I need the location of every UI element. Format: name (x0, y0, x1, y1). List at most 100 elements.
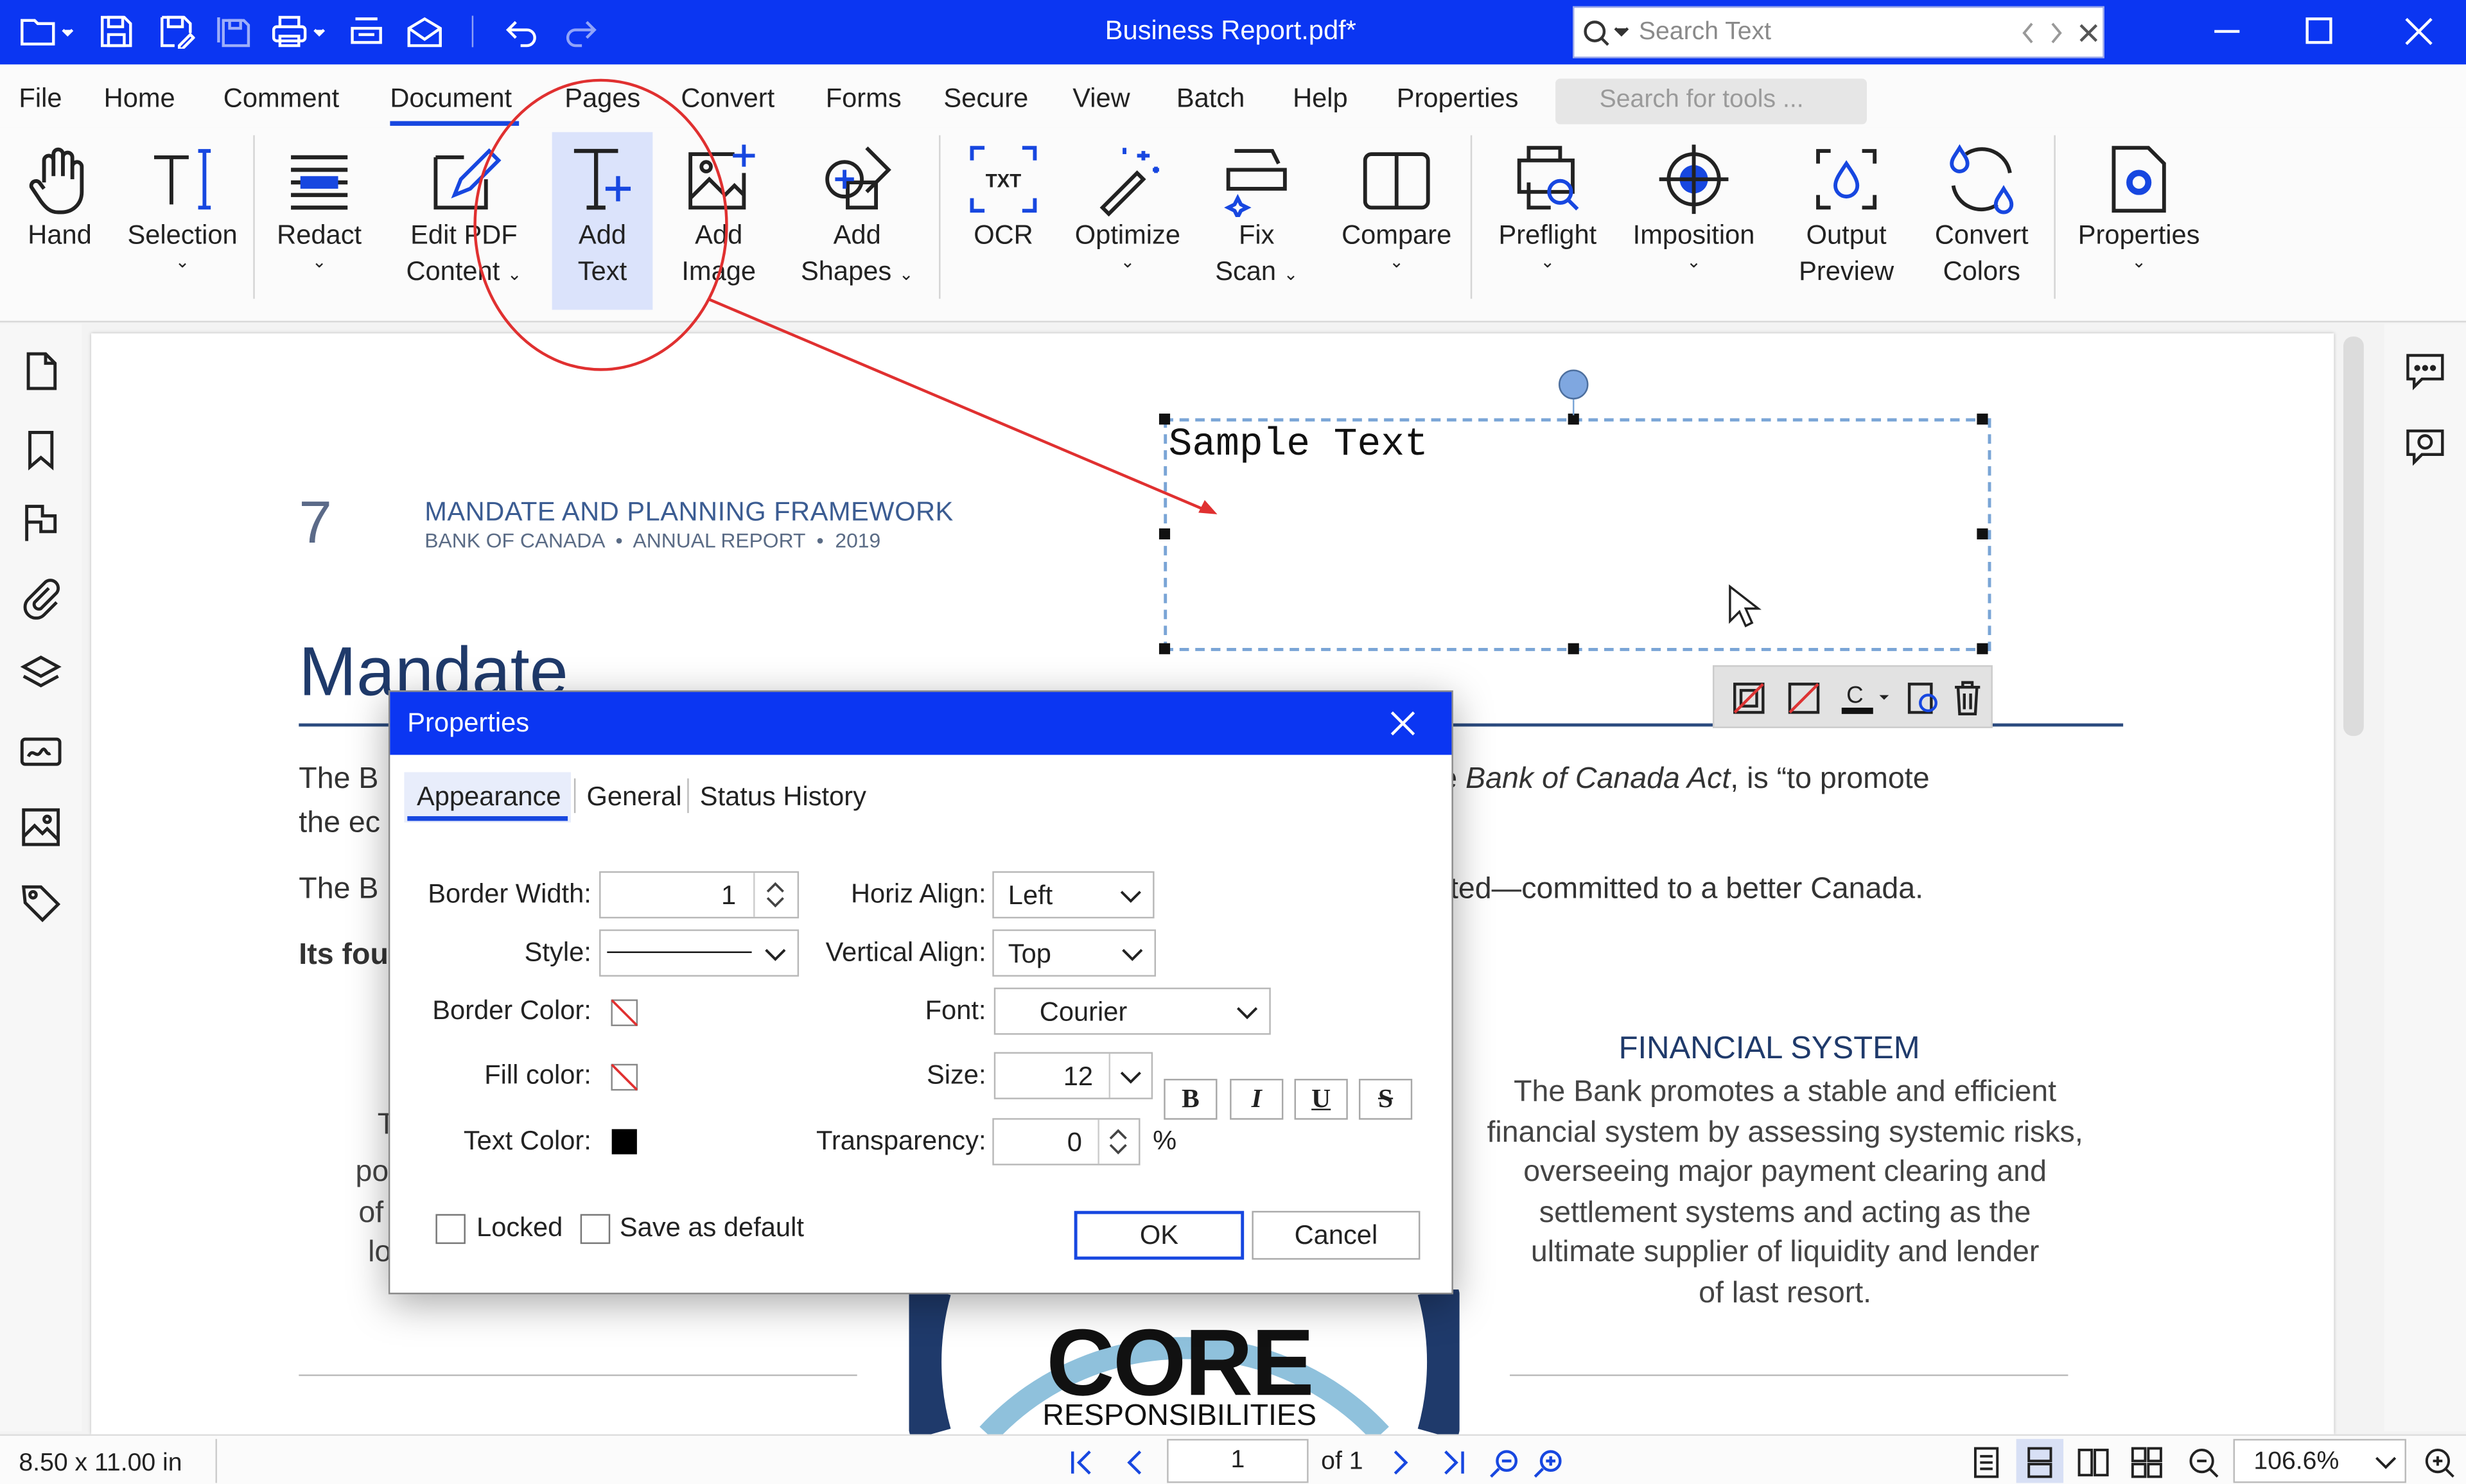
italic-button[interactable]: I (1230, 1079, 1284, 1120)
fix-scan-button[interactable]: Fix Scan ⌄ (1208, 141, 1306, 289)
tool-search-input[interactable]: Search for tools ... (1555, 78, 1867, 125)
properties-button[interactable]: Properties ⌄ (2070, 141, 2208, 272)
resize-handle[interactable] (1977, 643, 1988, 654)
menu-pages[interactable]: Pages (564, 83, 640, 115)
comments-icon[interactable] (2403, 349, 2447, 394)
facing-view-icon[interactable] (2076, 1445, 2111, 1480)
attachment-icon[interactable] (19, 575, 63, 620)
underline-button[interactable]: U (1294, 1079, 1348, 1120)
text-color-swatch[interactable] (611, 1129, 637, 1155)
resize-handle[interactable] (1977, 528, 1988, 540)
menu-properties[interactable]: Properties (1397, 83, 1519, 115)
save-icon[interactable] (98, 14, 139, 49)
clear-search-icon[interactable] (2077, 22, 2099, 44)
facing-continuous-view-icon[interactable] (2129, 1445, 2164, 1480)
spinner-arrows-icon[interactable] (761, 879, 789, 911)
menu-convert[interactable]: Convert (681, 83, 774, 115)
resize-handle[interactable] (1977, 414, 1988, 425)
locked-checkbox[interactable] (435, 1214, 466, 1244)
font-select[interactable]: Courier (993, 987, 1271, 1035)
bold-button[interactable]: B (1164, 1079, 1218, 1120)
style-select[interactable] (599, 929, 800, 977)
compare-button[interactable]: Compare ⌄ (1334, 141, 1460, 272)
search-text-box[interactable]: Search Text (1573, 6, 2104, 58)
text-box-content[interactable]: Sample Text (1169, 421, 1428, 467)
page-thumbnails-icon[interactable] (19, 349, 63, 394)
tab-status-history[interactable]: Status History (700, 781, 866, 813)
horiz-align-select[interactable]: Left (992, 871, 1155, 919)
optimize-button[interactable]: Optimize ⌄ (1063, 141, 1193, 272)
next-page-icon[interactable] (1384, 1449, 1415, 1477)
resize-handle[interactable] (1159, 643, 1171, 654)
page-number-input[interactable]: 1 (1167, 1438, 1309, 1483)
vertical-align-select[interactable]: Top (992, 929, 1157, 977)
spinner-arrows-icon[interactable] (1104, 1126, 1132, 1157)
imposition-button[interactable]: Imposition ⌄ (1620, 141, 1767, 272)
undo-icon[interactable] (503, 14, 545, 49)
email-icon[interactable] (406, 14, 447, 49)
resize-handle[interactable] (1159, 528, 1171, 540)
previous-view-icon[interactable] (1488, 1447, 1523, 1478)
selection-tool-button[interactable]: Selection ⌄ (126, 141, 239, 272)
tag-icon[interactable] (19, 880, 63, 925)
add-image-button[interactable]: Add Image (667, 141, 771, 289)
resize-handle[interactable] (1568, 414, 1579, 425)
tab-general[interactable]: General (586, 781, 681, 813)
vertical-scrollbar[interactable] (2343, 336, 2364, 737)
close-window-icon[interactable] (2400, 13, 2438, 51)
menu-view[interactable]: View (1072, 83, 1130, 115)
single-page-view-icon[interactable] (1969, 1445, 2004, 1480)
size-select[interactable]: 12 (993, 1052, 1153, 1099)
ok-button[interactable]: OK (1074, 1210, 1245, 1260)
flag-icon[interactable] (19, 500, 63, 545)
border-color-swatch[interactable] (610, 999, 638, 1027)
ocr-button[interactable]: TXT OCR (959, 141, 1047, 253)
minimize-icon[interactable] (2208, 13, 2246, 51)
fill-color-swatch[interactable] (610, 1063, 638, 1092)
convert-colors-button[interactable]: Convert Colors (1922, 141, 2042, 289)
signature-icon[interactable] (19, 729, 63, 774)
scan-icon[interactable] (347, 14, 389, 49)
delete-icon[interactable] (1950, 679, 1985, 717)
menu-secure[interactable]: Secure (943, 83, 1028, 115)
save-as-default-checkbox[interactable] (580, 1214, 611, 1244)
redo-icon[interactable] (561, 14, 602, 49)
image-panel-icon[interactable] (19, 805, 63, 850)
close-dialog-icon[interactable] (1387, 708, 1419, 739)
resize-handle[interactable] (1159, 414, 1171, 425)
menu-comment[interactable]: Comment (223, 83, 339, 115)
redact-button[interactable]: Redact ⌄ (267, 141, 371, 272)
last-page-icon[interactable] (1437, 1449, 1469, 1477)
border-width-spinner[interactable]: 1 (599, 871, 800, 919)
cancel-button[interactable]: Cancel (1252, 1210, 1421, 1260)
resize-handle[interactable] (1568, 643, 1579, 654)
save-all-icon[interactable] (216, 14, 257, 49)
hand-tool-button[interactable]: Hand (13, 141, 107, 253)
zoom-in-icon[interactable] (2422, 1445, 2456, 1480)
menu-help[interactable]: Help (1293, 83, 1348, 115)
menu-forms[interactable]: Forms (826, 83, 902, 115)
output-preview-button[interactable]: Output Preview (1787, 141, 1906, 289)
search-prev-next-icon[interactable] (2021, 21, 2065, 46)
open-file-icon[interactable] (19, 14, 74, 49)
zoom-select[interactable]: 106.6% (2233, 1438, 2406, 1483)
ai-assistant-icon[interactable] (2403, 424, 2447, 469)
menu-document[interactable]: Document (390, 83, 512, 115)
preflight-button[interactable]: Preflight ⌄ (1485, 141, 1611, 272)
menu-file[interactable]: File (19, 83, 62, 115)
maximize-icon[interactable] (2301, 13, 2339, 51)
no-border-icon[interactable] (1730, 679, 1768, 717)
first-page-icon[interactable] (1066, 1449, 1097, 1477)
rotate-handle[interactable] (1558, 369, 1589, 400)
menu-home[interactable]: Home (104, 83, 175, 115)
save-as-icon[interactable] (157, 14, 198, 49)
print-icon[interactable] (270, 14, 326, 49)
transparency-spinner[interactable]: 0 (992, 1118, 1141, 1165)
text-color-icon[interactable]: C (1840, 679, 1893, 717)
edit-pdf-content-button[interactable]: Edit PDF Content ⌄ (393, 141, 534, 289)
bookmark-icon[interactable] (19, 428, 63, 472)
no-fill-icon[interactable] (1785, 679, 1823, 717)
tab-appearance[interactable]: Appearance (417, 781, 561, 813)
strikethrough-button[interactable]: S (1358, 1079, 1413, 1120)
layers-icon[interactable] (19, 651, 63, 695)
